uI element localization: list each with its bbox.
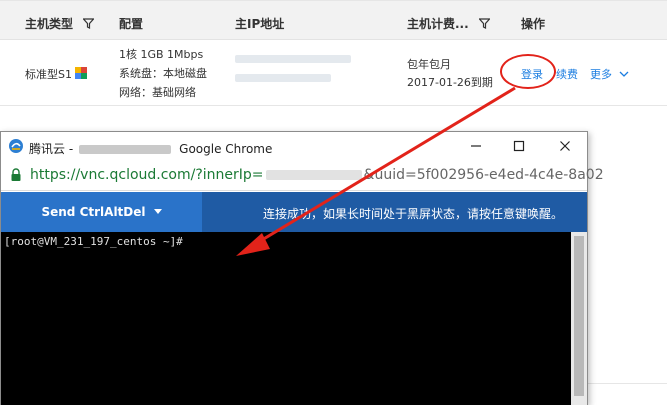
window-titlebar[interactable]: 腾讯云 - Google Chrome — [1, 132, 587, 160]
minimize-button[interactable] — [463, 136, 489, 156]
config-spec: 1核 1GB 1Mbps — [119, 48, 204, 61]
send-ctrl-alt-del-button[interactable]: Send CtrlAltDel — [1, 192, 202, 232]
terminal-scrollbar[interactable] — [571, 232, 587, 405]
vnc-terminal[interactable]: [root@VM_231_197_centos ~]# — [1, 232, 587, 405]
minimize-icon — [471, 145, 481, 147]
column-billing[interactable]: 主机计费... — [407, 15, 490, 32]
scrollbar-thumb[interactable] — [574, 236, 584, 396]
redacted-bar — [265, 170, 362, 180]
caret-down-icon — [153, 209, 162, 214]
config-network: 网络：基础网络 — [119, 86, 196, 99]
expiry-date: 2017-01-26到期 — [407, 76, 493, 89]
vnc-browser-window: 腾讯云 - Google Chrome https://vnc.qcloud.co… — [0, 131, 604, 405]
renew-link[interactable]: 续费 — [556, 66, 578, 82]
redacted-bar — [79, 145, 172, 154]
redacted-bar — [235, 74, 331, 82]
more-menu[interactable]: 更多 — [590, 66, 629, 82]
table-row: 标准型S1 1核 1GB 1Mbps 系统盘：本地磁盘 网络：基础网络 包年包月… — [0, 40, 667, 106]
billing-mode: 包年包月 — [407, 58, 451, 71]
column-billing-label: 主机计费... — [407, 17, 469, 31]
host-type-cell: 标准型S1 — [25, 66, 88, 82]
redacted-bar — [235, 55, 351, 63]
filter-icon[interactable] — [478, 18, 490, 29]
window-title-prefix: 腾讯云 - — [29, 142, 74, 156]
terminal-prompt: [root@VM_231_197_centos ~]# — [4, 235, 183, 248]
close-button[interactable] — [552, 136, 578, 156]
window-title: 腾讯云 - Google Chrome — [29, 140, 272, 157]
tencent-cloud-icon — [9, 139, 23, 153]
chevron-down-icon — [619, 71, 628, 77]
column-main-ip: 主IP地址 — [235, 17, 285, 31]
config-disk: 系统盘：本地磁盘 — [119, 67, 207, 80]
column-host-type[interactable]: 主机类型 — [25, 15, 95, 32]
vnc-toolbar: Send CtrlAltDel 连接成功，如果长时间处于黑屏状态，请按任意键唤醒… — [1, 192, 587, 232]
column-operations: 操作 — [521, 17, 546, 31]
column-config: 配置 — [119, 17, 144, 31]
url-query: &uuid=5f002956-e4ed-4c4e-8a02 — [363, 167, 604, 183]
address-bar[interactable]: https://vnc.qcloud.com/?innerIp= &uuid=5f… — [1, 160, 604, 191]
table-divider — [586, 383, 667, 384]
send-ctrl-alt-del-label: Send CtrlAltDel — [41, 205, 146, 219]
window-title-suffix: Google Chrome — [179, 142, 273, 156]
instance-table-header: 主机类型 配置 主IP地址 主机计费... 操作 — [0, 0, 667, 40]
column-host-type-label: 主机类型 — [25, 17, 74, 31]
maximize-icon — [513, 140, 525, 152]
login-highlight-circle — [500, 54, 556, 89]
host-type-value: 标准型S1 — [25, 68, 72, 81]
lock-icon — [11, 168, 21, 181]
close-icon — [560, 141, 570, 151]
more-label: 更多 — [590, 68, 612, 81]
config-cell: 1核 1GB 1Mbps 系统盘：本地磁盘 网络：基础网络 — [119, 45, 207, 102]
maximize-button[interactable] — [506, 136, 532, 156]
filter-icon[interactable] — [83, 18, 95, 29]
url-text[interactable]: https://vnc.qcloud.com/?innerIp= &uuid=5f… — [30, 167, 604, 183]
connection-status: 连接成功，如果长时间处于黑屏状态，请按任意键唤醒。 — [263, 207, 564, 221]
product-badge-icon — [75, 67, 88, 79]
url-host: https://vnc.qcloud.com/?innerIp= — [30, 167, 264, 183]
